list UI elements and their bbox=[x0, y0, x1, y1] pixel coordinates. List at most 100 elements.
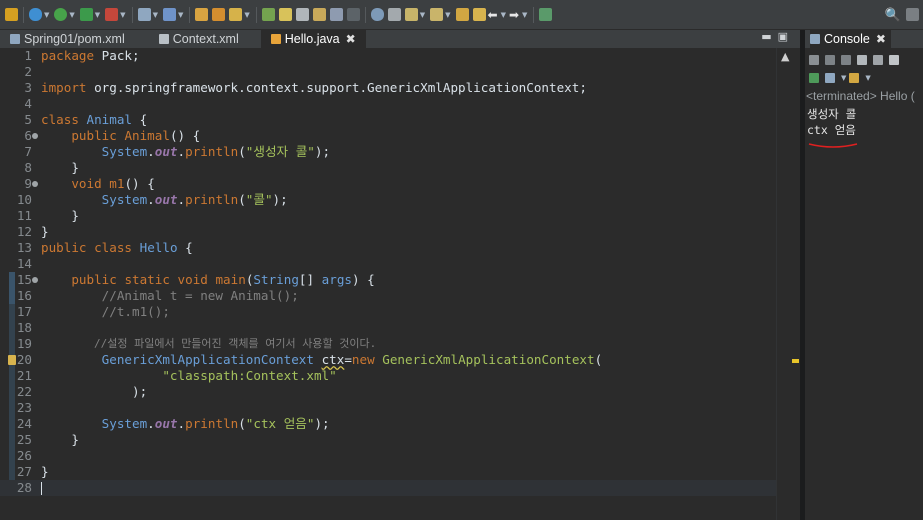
dropdown-arrow[interactable]: ▼ bbox=[178, 11, 183, 19]
code-text: void m1() { bbox=[71, 176, 155, 191]
next-annotation-icon[interactable] bbox=[387, 8, 401, 21]
new-server-icon[interactable] bbox=[137, 8, 151, 21]
line-number: 22 bbox=[16, 384, 32, 399]
tab-pom-xml[interactable]: Spring01/pom.xml bbox=[0, 30, 135, 48]
tab-hello-java[interactable]: Hello.java ✖ bbox=[260, 30, 366, 48]
new-package-icon[interactable] bbox=[195, 8, 209, 21]
dropdown-arrow[interactable]: ▼ bbox=[501, 11, 506, 19]
dropdown-arrow[interactable]: ▼ bbox=[95, 11, 100, 19]
remove-launch-icon[interactable] bbox=[825, 55, 835, 65]
code-line: 20 GenericXmlApplicationContext ctx=new … bbox=[0, 352, 776, 368]
line-number: 11 bbox=[16, 208, 32, 223]
code-text: } bbox=[41, 224, 49, 239]
dropdown-arrow[interactable]: ▼ bbox=[522, 11, 527, 19]
perspective-icon[interactable] bbox=[906, 8, 919, 21]
dropdown-arrow[interactable]: ▼ bbox=[44, 11, 49, 19]
back-arrow-icon[interactable]: ⬅ bbox=[488, 8, 498, 22]
scroll-lock-icon[interactable] bbox=[857, 55, 867, 65]
run-icon[interactable] bbox=[54, 8, 68, 21]
dropdown-arrow[interactable]: ▼ bbox=[244, 11, 249, 19]
java-file-icon bbox=[270, 34, 281, 44]
warning-marker[interactable] bbox=[792, 359, 799, 363]
pen-icon[interactable] bbox=[278, 8, 292, 21]
line-number: 16 bbox=[16, 288, 32, 303]
line-number: 6 bbox=[24, 128, 32, 143]
back-icon[interactable] bbox=[455, 8, 469, 21]
close-icon[interactable]: ✖ bbox=[876, 32, 886, 46]
remove-all-icon[interactable] bbox=[841, 55, 851, 65]
fold-marker-icon[interactable] bbox=[32, 133, 38, 139]
code-line: 16 //Animal t = new Animal(); bbox=[0, 288, 776, 304]
scroll-up-icon[interactable]: ▲ bbox=[781, 50, 789, 63]
search-files-icon[interactable] bbox=[295, 8, 309, 21]
tab-console[interactable]: Console ✖ bbox=[810, 30, 891, 48]
line-number: 25 bbox=[16, 432, 32, 447]
external-tools-icon[interactable] bbox=[105, 8, 119, 21]
display-console-icon[interactable] bbox=[825, 73, 835, 83]
code-editor[interactable]: 1 package Pack; 2 3 import org.springframe… bbox=[0, 48, 776, 520]
tab-label: Context.xml bbox=[172, 32, 239, 46]
code-line: 17 //t.m1(); bbox=[0, 304, 776, 320]
maximize-icon[interactable]: ▣ bbox=[778, 30, 794, 43]
toggle-ant-icon[interactable] bbox=[312, 8, 326, 21]
pin-editor-icon[interactable] bbox=[539, 8, 553, 21]
toolbar-separator bbox=[255, 6, 257, 23]
dropdown-arrow[interactable]: ▼ bbox=[120, 11, 125, 19]
code-line: 21 "classpath:Context.xml" bbox=[0, 368, 776, 384]
fold-marker-icon[interactable] bbox=[32, 277, 38, 283]
code-text: GenericXmlApplicationContext ctx=new Gen… bbox=[101, 352, 603, 367]
close-icon[interactable]: ✖ bbox=[346, 32, 356, 46]
minimize-icon[interactable]: ▬ bbox=[761, 30, 777, 43]
code-line: 1 package Pack; bbox=[0, 48, 776, 64]
open-task-icon[interactable] bbox=[261, 8, 275, 21]
dropdown-arrow[interactable]: ▼ bbox=[420, 11, 425, 19]
pin-console-icon[interactable] bbox=[889, 55, 899, 65]
new-class-icon[interactable] bbox=[212, 8, 226, 21]
code-line: 10 System.out.println("콜"); bbox=[0, 192, 776, 208]
fold-marker-icon[interactable] bbox=[32, 181, 38, 187]
line-number: 4 bbox=[24, 96, 32, 111]
dropdown-arrow[interactable]: ▼ bbox=[841, 74, 846, 82]
line-number: 15 bbox=[16, 272, 32, 287]
globe-icon[interactable] bbox=[370, 8, 384, 21]
code-line: 24 System.out.println("ctx 얻음"); bbox=[0, 416, 776, 432]
tab-label: Hello.java bbox=[284, 32, 340, 46]
mark-occurrences-icon[interactable] bbox=[329, 8, 343, 21]
toolbar-separator bbox=[189, 6, 191, 23]
console-icon bbox=[810, 34, 820, 44]
new-icon[interactable] bbox=[5, 8, 18, 21]
word-wrap-icon[interactable] bbox=[873, 55, 883, 65]
warning-icon[interactable] bbox=[8, 355, 16, 365]
code-line: 9 void m1() { bbox=[0, 176, 776, 192]
new-java-project-icon[interactable] bbox=[162, 8, 176, 21]
last-edit-icon[interactable] bbox=[430, 8, 444, 21]
line-number: 1 bbox=[24, 48, 32, 63]
tab-context-xml[interactable]: Context.xml bbox=[149, 30, 249, 48]
editor-overview-ruler[interactable]: ▲ bbox=[776, 48, 800, 520]
terminate-icon[interactable] bbox=[809, 55, 819, 65]
toolbar-separator bbox=[364, 6, 366, 23]
run-last-icon[interactable] bbox=[79, 8, 93, 21]
search-icon[interactable]: 🔍 bbox=[885, 8, 901, 23]
code-text: } bbox=[41, 208, 79, 223]
code-text: import org.springframework.context.suppo… bbox=[41, 80, 587, 95]
debug-icon[interactable] bbox=[29, 8, 42, 21]
prev-annotation-icon[interactable] bbox=[404, 8, 418, 21]
dropdown-arrow[interactable]: ▼ bbox=[69, 11, 74, 19]
forward-icon[interactable] bbox=[472, 8, 486, 21]
code-text: ); bbox=[41, 384, 148, 399]
main-toolbar: ▼ ▼ ▼ ▼ ▼ ▼ ▼ ▼ ▼ ⬅ ▼ ➡ ▼ 🔍 bbox=[0, 0, 923, 30]
dropdown-arrow[interactable]: ▼ bbox=[445, 11, 450, 19]
forward-arrow-icon[interactable]: ➡ bbox=[509, 8, 519, 22]
dropdown-arrow[interactable]: ▼ bbox=[865, 74, 870, 82]
open-console-icon[interactable] bbox=[809, 73, 819, 83]
console-output-line: ctx 얻음 bbox=[807, 123, 856, 137]
new-console-icon[interactable] bbox=[849, 73, 860, 83]
dropdown-arrow[interactable]: ▼ bbox=[153, 11, 158, 19]
open-type-icon[interactable] bbox=[229, 8, 243, 21]
code-text: "classpath:Context.xml" bbox=[162, 368, 337, 383]
toolbar-separator bbox=[533, 6, 535, 23]
editor-area: Spring01/pom.xml Context.xml Hello.java … bbox=[0, 30, 800, 520]
line-number: 13 bbox=[16, 240, 32, 255]
pilcrow-icon[interactable] bbox=[346, 8, 360, 21]
